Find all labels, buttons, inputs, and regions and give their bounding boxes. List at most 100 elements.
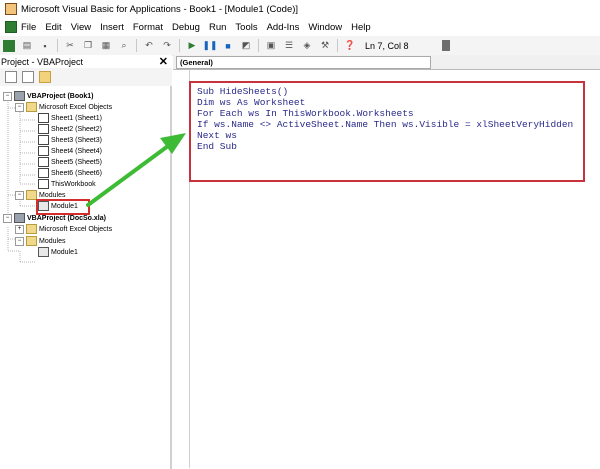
tree-label: Modules	[39, 191, 66, 199]
menu-insert[interactable]: Insert	[100, 22, 124, 33]
cursor-position: Ln 7, Col 8	[365, 40, 409, 51]
break-icon[interactable]: ❚❚	[202, 40, 217, 52]
worksheet-icon	[38, 124, 49, 134]
project-explorer-icon[interactable]: ▣	[265, 40, 277, 52]
cut-icon[interactable]: ✂	[64, 40, 76, 52]
module-icon	[38, 247, 49, 257]
project-tree: − VBAProject (Book1) − Microsoft Excel O…	[0, 86, 172, 469]
folder-icon	[26, 102, 37, 112]
standard-toolbar: ▤ ▪ ✂ ❐ ▦ ⌕ ↶ ↷ ▶ ❚❚ ■ ◩ ▣ ☰ ◈ ⚒ ❓ Ln 7,…	[0, 36, 600, 56]
object-dropdown[interactable]: (General)	[176, 56, 431, 69]
code-header: (General)	[173, 55, 600, 70]
worksheet-icon	[38, 113, 49, 123]
menu-file[interactable]: File	[21, 22, 36, 33]
view-code-icon[interactable]	[5, 71, 17, 83]
tree-node-excel-objects-2[interactable]: + Microsoft Excel Objects	[15, 224, 112, 234]
properties-icon[interactable]: ☰	[283, 40, 295, 52]
collapse-icon[interactable]: −	[15, 236, 24, 246]
code-line[interactable]: Sub HideSheets()	[197, 86, 288, 97]
tree-label: Modules	[39, 237, 66, 245]
toggle-folders-icon[interactable]	[39, 71, 51, 83]
project-panel-title: Project - VBAProject ✕	[0, 55, 172, 68]
tree-node-sheet6[interactable]: Sheet6 (Sheet6)	[38, 168, 102, 178]
collapse-icon[interactable]: −	[3, 213, 12, 223]
paste-icon[interactable]: ▦	[100, 40, 112, 52]
menu-tools[interactable]: Tools	[235, 22, 257, 33]
vba-project-icon	[14, 91, 25, 101]
tree-label: Sheet2 (Sheet2)	[51, 125, 102, 133]
tree-label: Sheet6 (Sheet6)	[51, 169, 102, 177]
tree-label: Sheet1 (Sheet1)	[51, 114, 102, 122]
worksheet-icon	[38, 146, 49, 156]
tree-node-book1-project[interactable]: − VBAProject (Book1)	[3, 91, 94, 101]
menu-view[interactable]: View	[71, 22, 91, 33]
design-mode-icon[interactable]: ◩	[240, 40, 252, 52]
worksheet-icon	[38, 168, 49, 178]
redo-icon[interactable]: ↷	[161, 40, 173, 52]
collapse-icon[interactable]: −	[15, 190, 24, 200]
code-line[interactable]: Next ws	[197, 130, 237, 141]
reset-icon[interactable]: ■	[222, 40, 234, 52]
toolbar-grip[interactable]	[442, 40, 450, 51]
project-panel-label: Project - VBAProject	[1, 56, 84, 67]
tree-node-thisworkbook[interactable]: ThisWorkbook	[38, 179, 96, 189]
worksheet-icon	[38, 135, 49, 145]
tree-label: Sheet4 (Sheet4)	[51, 147, 102, 155]
insert-module-icon[interactable]: ▤	[21, 40, 33, 52]
expand-icon[interactable]: +	[15, 224, 24, 234]
help-icon[interactable]: ❓	[344, 40, 356, 52]
menu-debug[interactable]: Debug	[172, 22, 200, 33]
folder-icon	[26, 236, 37, 246]
view-excel-icon[interactable]	[3, 39, 15, 52]
run-icon[interactable]: ▶	[186, 40, 198, 52]
view-object-icon[interactable]	[22, 71, 34, 83]
menu-bar: File Edit View Insert Format Debug Run T…	[0, 18, 600, 36]
code-window[interactable]: (General) Sub HideSheets() Dim ws As Wor…	[173, 55, 600, 469]
menu-help[interactable]: Help	[351, 22, 371, 33]
tree-node-modules-2[interactable]: − Modules	[15, 236, 65, 246]
folder-icon	[26, 224, 37, 234]
code-line[interactable]: End Sub	[197, 141, 237, 152]
vba-project-icon	[14, 213, 25, 223]
tree-label: ThisWorkbook	[51, 180, 96, 188]
undo-icon[interactable]: ↶	[143, 40, 155, 52]
menu-window[interactable]: Window	[308, 22, 342, 33]
menu-add-ins[interactable]: Add-Ins	[267, 22, 300, 33]
tree-node-module1-docso[interactable]: Module1	[38, 247, 78, 257]
vba-app-icon	[5, 3, 17, 15]
tree-label: Module1	[51, 248, 78, 256]
copy-icon[interactable]: ❐	[82, 40, 94, 52]
module1-highlight-box	[36, 199, 90, 215]
tree-node-sheet5[interactable]: Sheet5 (Sheet5)	[38, 157, 102, 167]
menu-format[interactable]: Format	[133, 22, 163, 33]
tree-node-excel-objects[interactable]: − Microsoft Excel Objects	[15, 102, 112, 112]
tree-node-sheet1[interactable]: Sheet1 (Sheet1)	[38, 113, 102, 123]
menu-run[interactable]: Run	[209, 22, 226, 33]
workbook-icon	[38, 179, 49, 189]
title-bar: Microsoft Visual Basic for Applications …	[0, 0, 600, 18]
find-icon[interactable]: ⌕	[118, 40, 130, 52]
object-browser-icon[interactable]: ◈	[301, 40, 313, 52]
toolbox-icon[interactable]: ⚒	[319, 40, 331, 52]
tree-node-sheet4[interactable]: Sheet4 (Sheet4)	[38, 146, 102, 156]
code-line[interactable]: For Each ws In ThisWorkbook.Worksheets	[197, 108, 414, 119]
tree-node-sheet3[interactable]: Sheet3 (Sheet3)	[38, 135, 102, 145]
tree-label: Microsoft Excel Objects	[39, 225, 113, 233]
code-line[interactable]: If ws.Name <> ActiveSheet.Name Then ws.V…	[197, 119, 573, 130]
collapse-icon[interactable]: −	[15, 102, 24, 112]
collapse-icon[interactable]: −	[3, 91, 12, 101]
excel-view-icon[interactable]	[5, 21, 17, 33]
code-line[interactable]: Dim ws As Worksheet	[197, 97, 305, 108]
save-icon[interactable]: ▪	[39, 40, 51, 52]
menu-edit[interactable]: Edit	[45, 22, 61, 33]
tree-label: Sheet3 (Sheet3)	[51, 136, 102, 144]
project-toolbar	[0, 68, 172, 87]
tree-label: Microsoft Excel Objects	[39, 103, 113, 111]
tree-label: VBAProject (DocSo.xla)	[27, 214, 106, 222]
window-title: Microsoft Visual Basic for Applications …	[21, 3, 299, 15]
tree-label: VBAProject (Book1)	[27, 92, 94, 100]
worksheet-icon	[38, 157, 49, 167]
tree-label: Sheet5 (Sheet5)	[51, 158, 102, 166]
close-icon[interactable]: ✕	[159, 55, 168, 68]
tree-node-sheet2[interactable]: Sheet2 (Sheet2)	[38, 124, 102, 134]
